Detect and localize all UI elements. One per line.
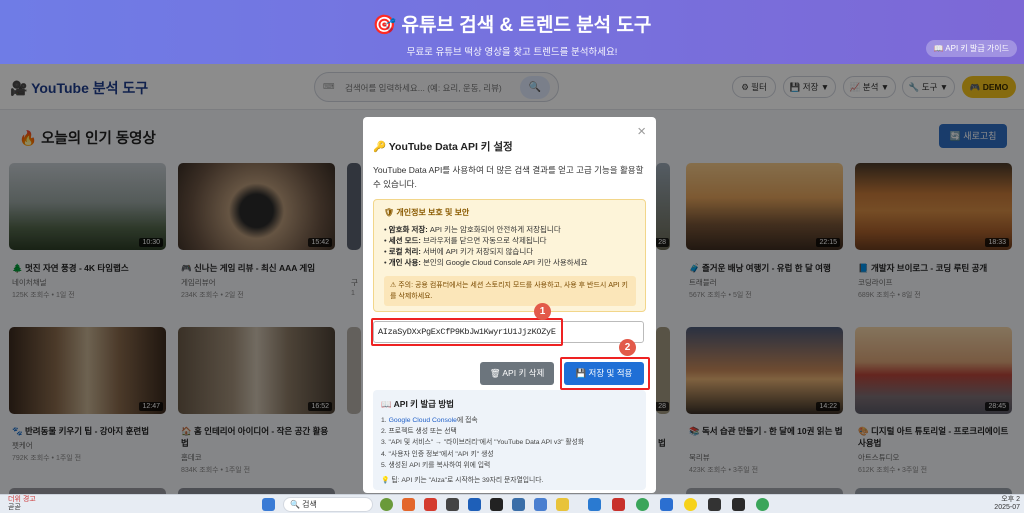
banner-title: 🎯 유튜브 검색 & 트렌드 분석 도구 [372, 15, 652, 36]
windows-start-icon[interactable] [262, 498, 275, 511]
banner-subtitle: 무료로 유튜브 떡상 영상을 찾고 트렌드를 분석하세요! [406, 47, 618, 58]
api-key-modal: × 🔑 YouTube Data API 키 설정 YouTube Data A… [363, 117, 656, 493]
modal-title: 🔑 YouTube Data API 키 설정 [373, 141, 513, 153]
app-icon[interactable] [512, 498, 525, 511]
privacy-item: • 세션 모드: 브라우저를 닫으면 자동으로 삭제됩니다 [384, 236, 547, 245]
app-icon[interactable] [380, 498, 393, 511]
privacy-item: • 로컬 처리: 서버에 API 키가 저장되지 않습니다 [384, 247, 534, 256]
close-icon[interactable]: × [637, 123, 646, 140]
howto-step: 2. 프로젝트 생성 또는 선택 [381, 428, 457, 436]
app-icon[interactable] [402, 498, 415, 511]
privacy-title: 🛡 개인정보 보호 및 보안 [384, 208, 470, 217]
clock-time: 오후 2 [1001, 496, 1020, 503]
app-icon[interactable] [612, 498, 625, 511]
app-icon[interactable] [708, 498, 721, 511]
highlight-box-save [560, 357, 650, 390]
privacy-list: • 암호화 저장: API 키는 암호화되어 안전하게 저장됩니다 • 세션 모… [384, 224, 587, 268]
clock[interactable]: 오후 2 2025-07 [994, 496, 1020, 512]
kakao-icon[interactable] [684, 498, 697, 511]
howto-tip: 💡 팁: API 키는 "AIza"로 시작하는 39자리 문자열입니다. [381, 477, 544, 484]
step-badge-1: 1 [534, 303, 551, 320]
weather-text: 더위 경고 [8, 496, 36, 503]
clock-date: 2025-07 [994, 504, 1020, 511]
howto-box: 📖 API 키 발급 방법 1. Google Cloud Console에 접… [373, 390, 646, 490]
howto-step: 1. Google Cloud Console에 접속 [381, 417, 478, 424]
howto-step: 5. 생성된 API 키를 복사하여 위에 입력 [381, 461, 491, 469]
highlight-box-input [371, 318, 563, 346]
top-banner: 🎯 유튜브 검색 & 트렌드 분석 도구 무료로 유튜브 떡상 영상을 찾고 트… [0, 0, 1024, 64]
taskbar-search[interactable]: 🔍 검색 [283, 497, 373, 512]
weather-subtext: 곧곧 [8, 504, 21, 511]
privacy-item: • 개인 사용: 본인의 Google Cloud Console API 키만… [384, 258, 588, 267]
modal-description: YouTube Data API를 사용하여 더 많은 검색 결과를 얻고 고급… [373, 165, 644, 189]
privacy-item: • 암호화 저장: API 키는 암호화되어 안전하게 저장됩니다 [384, 225, 561, 234]
howto-step: 4. "사용자 인증 정보"에서 "API 키" 생성 [381, 450, 494, 458]
app-icon[interactable] [468, 498, 481, 511]
privacy-box: 🛡 개인정보 보호 및 보안 • 암호화 저장: API 키는 암호화되어 안전… [373, 199, 646, 312]
howto-step: 3. "API 및 서비스" → "라이브러리"에서 "YouTube Data… [381, 439, 585, 447]
os-taskbar: 더위 경고 곧곧 🔍 검색 오후 2 2025-07 [0, 494, 1024, 513]
step-badge-2: 2 [619, 339, 636, 356]
vscode-icon[interactable] [588, 498, 601, 511]
warning-note: ⚠ 주의: 공용 컴퓨터에서는 세션 스토리지 모드를 사용하고, 사용 후 반… [384, 276, 636, 306]
weather-widget[interactable]: 더위 경고 곧곧 [8, 496, 36, 512]
terminal-icon[interactable] [732, 498, 745, 511]
api-guide-button[interactable]: 📖 API 키 발급 가이드 [925, 40, 1017, 57]
app-icon[interactable] [446, 498, 459, 511]
app-icon[interactable] [490, 498, 503, 511]
app-icon[interactable] [424, 498, 437, 511]
howto-steps: 1. Google Cloud Console에 접속 2. 프로젝트 생성 또… [381, 415, 584, 471]
howto-title: 📖 API 키 발급 방법 [381, 399, 454, 409]
chrome-icon[interactable] [756, 498, 769, 511]
folder-icon[interactable] [556, 498, 569, 511]
chrome-icon[interactable] [636, 498, 649, 511]
app-icon[interactable] [660, 498, 673, 511]
app-icon[interactable] [534, 498, 547, 511]
cloud-console-link[interactable]: Google Cloud Console [389, 417, 457, 424]
delete-api-key-button[interactable]: 🗑 API 키 삭제 [480, 362, 554, 385]
